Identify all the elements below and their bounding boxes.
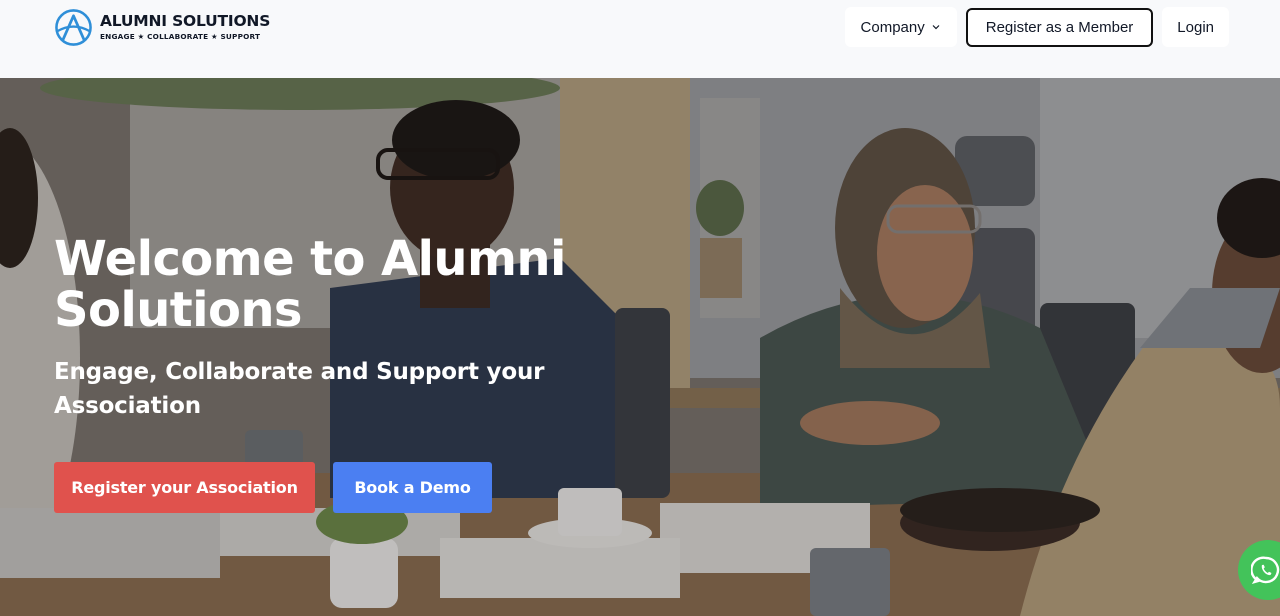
hero-subtitle: Engage, Collaborate and Support your Ass… <box>54 359 545 419</box>
login-button[interactable]: Login <box>1162 7 1229 47</box>
alumni-logo-icon <box>55 8 92 46</box>
site-header: ALUMNI SOLUTIONS ENGAGE ★ COLLABORATE ★ … <box>0 0 1280 78</box>
hero-content: Welcome to Alumni Solutions Engage, Coll… <box>54 234 614 513</box>
chevron-down-icon <box>932 25 940 30</box>
register-member-button[interactable]: Register as a Member <box>965 7 1154 47</box>
hero-buttons: Register your Association Book a Demo <box>54 462 614 513</box>
register-association-button[interactable]: Register your Association <box>54 462 315 513</box>
whatsapp-icon <box>1251 556 1280 584</box>
hero-section: Welcome to Alumni Solutions Engage, Coll… <box>0 78 1280 616</box>
main-nav: Company Register as a Member Login <box>844 7 1229 47</box>
book-demo-button[interactable]: Book a Demo <box>333 462 492 513</box>
hero-title: Welcome to Alumni Solutions <box>54 231 566 338</box>
brand-tagline: ENGAGE ★ COLLABORATE ★ SUPPORT <box>100 32 261 42</box>
company-menu-label: Company <box>860 18 925 36</box>
logo-text: ALUMNI SOLUTIONS ENGAGE ★ COLLABORATE ★ … <box>100 11 271 42</box>
brand-name: ALUMNI SOLUTIONS <box>100 11 271 30</box>
company-menu-button[interactable]: Company <box>844 7 957 47</box>
brand-logo[interactable]: ALUMNI SOLUTIONS ENGAGE ★ COLLABORATE ★ … <box>54 7 270 47</box>
